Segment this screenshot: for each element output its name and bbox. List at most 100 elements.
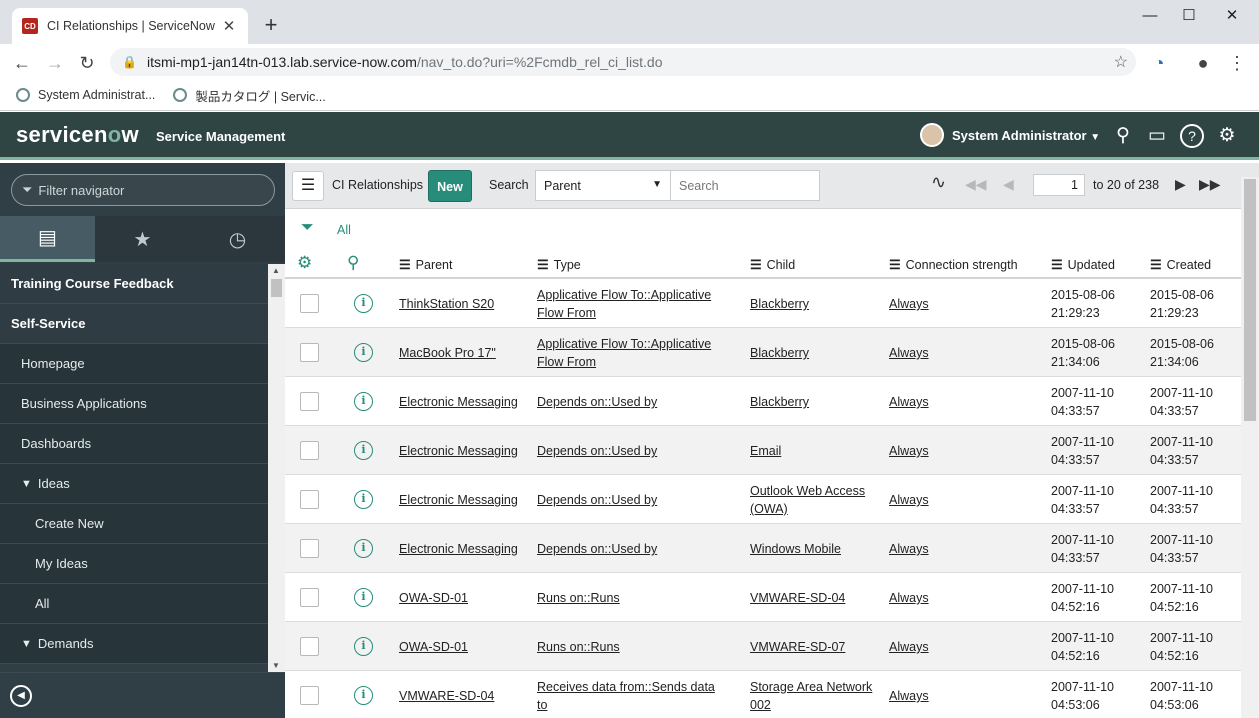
search-icon[interactable]: ⚲ xyxy=(1111,124,1135,148)
cell-parent[interactable]: Electronic Messaging xyxy=(399,393,529,411)
minimize-icon[interactable]: — xyxy=(1130,4,1170,28)
column-header-parent[interactable]: ☰ Parent xyxy=(399,257,453,273)
filter-icon[interactable]: ⏷ xyxy=(301,219,314,237)
row-checkbox[interactable] xyxy=(300,637,319,656)
cell-type[interactable]: Runs on::Runs xyxy=(537,589,727,607)
nav-item[interactable]: Dashboards xyxy=(0,424,268,464)
nav-item[interactable]: Business Applications xyxy=(0,384,268,424)
info-icon[interactable]: i xyxy=(354,490,373,509)
row-checkbox[interactable] xyxy=(300,539,319,558)
close-window-icon[interactable]: ✕ xyxy=(1212,4,1252,28)
profile-icon[interactable]: ● xyxy=(1190,50,1216,76)
forward-icon[interactable]: → xyxy=(42,50,68,76)
cell-child[interactable]: Email xyxy=(750,442,880,460)
cell-child[interactable]: Blackberry xyxy=(750,393,880,411)
first-page-icon[interactable]: ◀◀ xyxy=(965,176,987,193)
cell-parent[interactable]: ThinkStation S20 xyxy=(399,295,529,313)
help-icon[interactable]: ? xyxy=(1180,124,1204,148)
info-icon[interactable]: i xyxy=(354,294,373,313)
back-icon[interactable]: ← xyxy=(9,50,35,76)
new-button[interactable]: New xyxy=(428,170,472,202)
cell-parent[interactable]: Electronic Messaging xyxy=(399,491,529,509)
avatar[interactable] xyxy=(920,123,944,147)
activity-icon[interactable]: ∿ xyxy=(931,172,946,193)
nav-item[interactable]: ▼ Ideas xyxy=(0,464,268,504)
info-icon[interactable]: i xyxy=(354,588,373,607)
favorites-tab-icon[interactable]: ★ xyxy=(95,216,190,262)
cell-type[interactable]: Depends on::Used by xyxy=(537,393,727,411)
cell-strength[interactable]: Always xyxy=(889,589,949,607)
cell-strength[interactable]: Always xyxy=(889,393,949,411)
cell-type[interactable]: Applicative Flow To::Applicative Flow Fr… xyxy=(537,335,727,371)
cell-parent[interactable]: OWA-SD-01 xyxy=(399,638,529,656)
history-tab-icon[interactable]: ◷ xyxy=(190,216,285,262)
nav-item[interactable]: Self-Service xyxy=(0,304,268,344)
row-checkbox[interactable] xyxy=(300,441,319,460)
cell-strength[interactable]: Always xyxy=(889,638,949,656)
cell-child[interactable]: Windows Mobile xyxy=(750,540,880,558)
info-icon[interactable]: i xyxy=(354,392,373,411)
row-checkbox[interactable] xyxy=(300,686,319,705)
reload-icon[interactable]: ↻ xyxy=(74,50,100,76)
cell-strength[interactable]: Always xyxy=(889,687,949,705)
cell-strength[interactable]: Always xyxy=(889,491,949,509)
list-scrollbar[interactable] xyxy=(1241,177,1259,718)
cell-type[interactable]: Applicative Flow To::Applicative Flow Fr… xyxy=(537,286,727,322)
cell-child[interactable]: Blackberry xyxy=(750,344,880,362)
cell-parent[interactable]: OWA-SD-01 xyxy=(399,589,529,607)
cell-strength[interactable]: Always xyxy=(889,442,949,460)
list-menu-icon[interactable]: ☰ xyxy=(292,171,324,201)
column-header-type[interactable]: ☰ Type xyxy=(537,257,581,273)
cell-child[interactable]: VMWARE-SD-07 xyxy=(750,638,880,656)
servicenow-logo[interactable]: servicenow xyxy=(16,122,139,148)
cell-strength[interactable]: Always xyxy=(889,295,949,313)
extension-icon[interactable]: ◔ xyxy=(1146,50,1172,76)
search-input[interactable]: Search xyxy=(670,170,820,201)
cell-type[interactable]: Depends on::Used by xyxy=(537,540,727,558)
nav-item[interactable]: Create New xyxy=(0,504,268,544)
menu-icon[interactable]: ⋮ xyxy=(1224,50,1250,76)
info-icon[interactable]: i xyxy=(354,637,373,656)
row-checkbox[interactable] xyxy=(300,392,319,411)
nav-item[interactable]: All xyxy=(0,584,268,624)
cell-strength[interactable]: Always xyxy=(889,344,949,362)
chat-icon[interactable]: ▭ xyxy=(1145,124,1169,148)
new-tab-icon[interactable]: + xyxy=(258,12,284,38)
info-icon[interactable]: i xyxy=(354,686,373,705)
all-apps-tab-icon[interactable]: ▤ xyxy=(0,216,95,262)
personalize-gear-icon[interactable]: ⚙ xyxy=(297,253,312,273)
filter-navigator-input[interactable]: ⏷ Filter navigator xyxy=(11,174,275,206)
cell-type[interactable]: Depends on::Used by xyxy=(537,442,727,460)
cell-child[interactable]: Outlook Web Access (OWA) xyxy=(750,482,880,518)
next-page-icon[interactable]: ▶ xyxy=(1175,176,1186,193)
search-icon[interactable]: ⚲ xyxy=(347,253,359,273)
user-menu[interactable]: System Administrator ▼ xyxy=(952,128,1100,143)
cell-type[interactable]: Runs on::Runs xyxy=(537,638,727,656)
address-bar[interactable]: 🔒 itsmi-mp1-jan14tn-013.lab.service-now.… xyxy=(110,48,1136,76)
column-header-created[interactable]: ☰ Created xyxy=(1150,257,1211,273)
column-header-connection-strength[interactable]: ☰ Connection strength xyxy=(889,257,1018,273)
cell-parent[interactable]: Electronic Messaging xyxy=(399,540,529,558)
nav-item[interactable]: Training Course Feedback xyxy=(0,264,268,304)
column-header-child[interactable]: ☰ Child xyxy=(750,257,795,273)
cell-parent[interactable]: MacBook Pro 17" xyxy=(399,344,529,362)
nav-item[interactable]: My Ideas xyxy=(0,544,268,584)
cell-parent[interactable]: VMWARE-SD-04 xyxy=(399,687,529,705)
cell-child[interactable]: Storage Area Network 002 xyxy=(750,678,880,714)
cell-strength[interactable]: Always xyxy=(889,540,949,558)
last-page-icon[interactable]: ▶▶ xyxy=(1199,176,1221,193)
cell-type[interactable]: Depends on::Used by xyxy=(537,491,727,509)
cell-child[interactable]: VMWARE-SD-04 xyxy=(750,589,880,607)
gear-icon[interactable]: ⚙ xyxy=(1215,124,1239,148)
column-header-updated[interactable]: ☰ Updated xyxy=(1051,257,1115,273)
close-tab-icon[interactable]: ✕ xyxy=(220,17,238,35)
collapse-navigator-icon[interactable]: ◀ xyxy=(10,685,32,707)
search-field-select[interactable]: Parent ▼ xyxy=(535,170,671,201)
nav-item[interactable]: Homepage xyxy=(0,344,268,384)
breadcrumb-all[interactable]: All xyxy=(337,223,351,237)
page-number-input[interactable]: 1 xyxy=(1033,174,1085,196)
row-checkbox[interactable] xyxy=(300,343,319,362)
info-icon[interactable]: i xyxy=(354,441,373,460)
cell-child[interactable]: Blackberry xyxy=(750,295,880,313)
cell-type[interactable]: Receives data from::Sends data to xyxy=(537,678,727,714)
